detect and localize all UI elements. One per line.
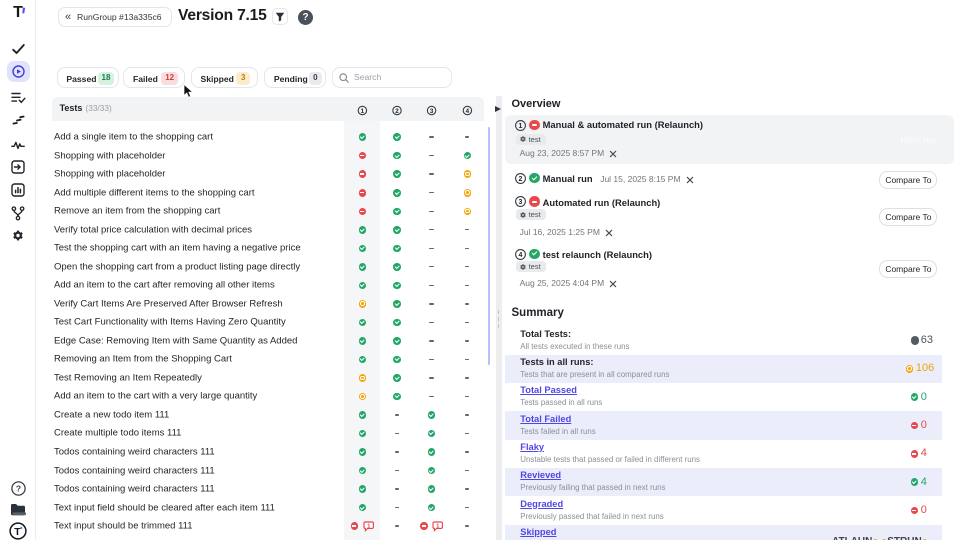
svg-text:3: 3 (519, 200, 523, 207)
svg-text:4: 4 (519, 252, 523, 259)
svg-text:?: ? (16, 484, 21, 494)
svg-text:3: 3 (430, 108, 434, 115)
svg-text:1: 1 (519, 123, 523, 130)
svg-text:T: T (14, 526, 21, 538)
svg-text:2: 2 (519, 176, 523, 183)
svg-text:2: 2 (395, 108, 399, 115)
svg-text:1: 1 (361, 108, 365, 115)
svg-text:4: 4 (466, 108, 470, 115)
